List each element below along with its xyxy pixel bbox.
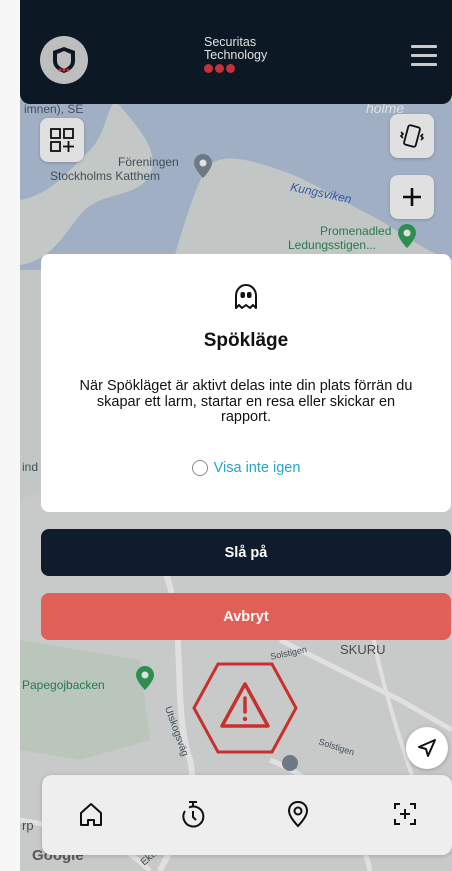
location-pin-icon: [287, 800, 309, 828]
ghost-mode-dialog: Spökläge När Spökläget är aktivt delas i…: [41, 254, 451, 512]
my-location-button[interactable]: [406, 727, 448, 769]
dont-show-again-label[interactable]: Visa inte igen: [214, 460, 301, 476]
dont-show-again-radio[interactable]: [191, 460, 208, 476]
alarm-button[interactable]: [190, 660, 300, 756]
turn-on-button[interactable]: Slå på: [41, 529, 451, 576]
home-icon: [80, 803, 102, 826]
dialog-title: Spökläge: [203, 330, 289, 351]
tab-home[interactable]: [74, 797, 108, 831]
tab-timer[interactable]: [176, 797, 210, 831]
ghost-icon: [235, 284, 257, 309]
bottom-tab-bar: [42, 775, 452, 855]
app-screen: imnen), SE holme Föreningen Stockholms K…: [20, 0, 452, 871]
navigation-arrow-icon: [418, 739, 436, 757]
cancel-button[interactable]: Avbryt: [41, 593, 451, 640]
warning-icon: [220, 682, 270, 728]
tab-places[interactable]: [281, 797, 315, 831]
tab-report[interactable]: [388, 797, 422, 831]
dialog-message: När Spökläget är aktivt delas inte din p…: [79, 378, 413, 425]
add-report-icon: [394, 803, 416, 825]
dont-show-again-option[interactable]: Visa inte igen: [41, 460, 451, 476]
timer-icon: [182, 801, 205, 828]
